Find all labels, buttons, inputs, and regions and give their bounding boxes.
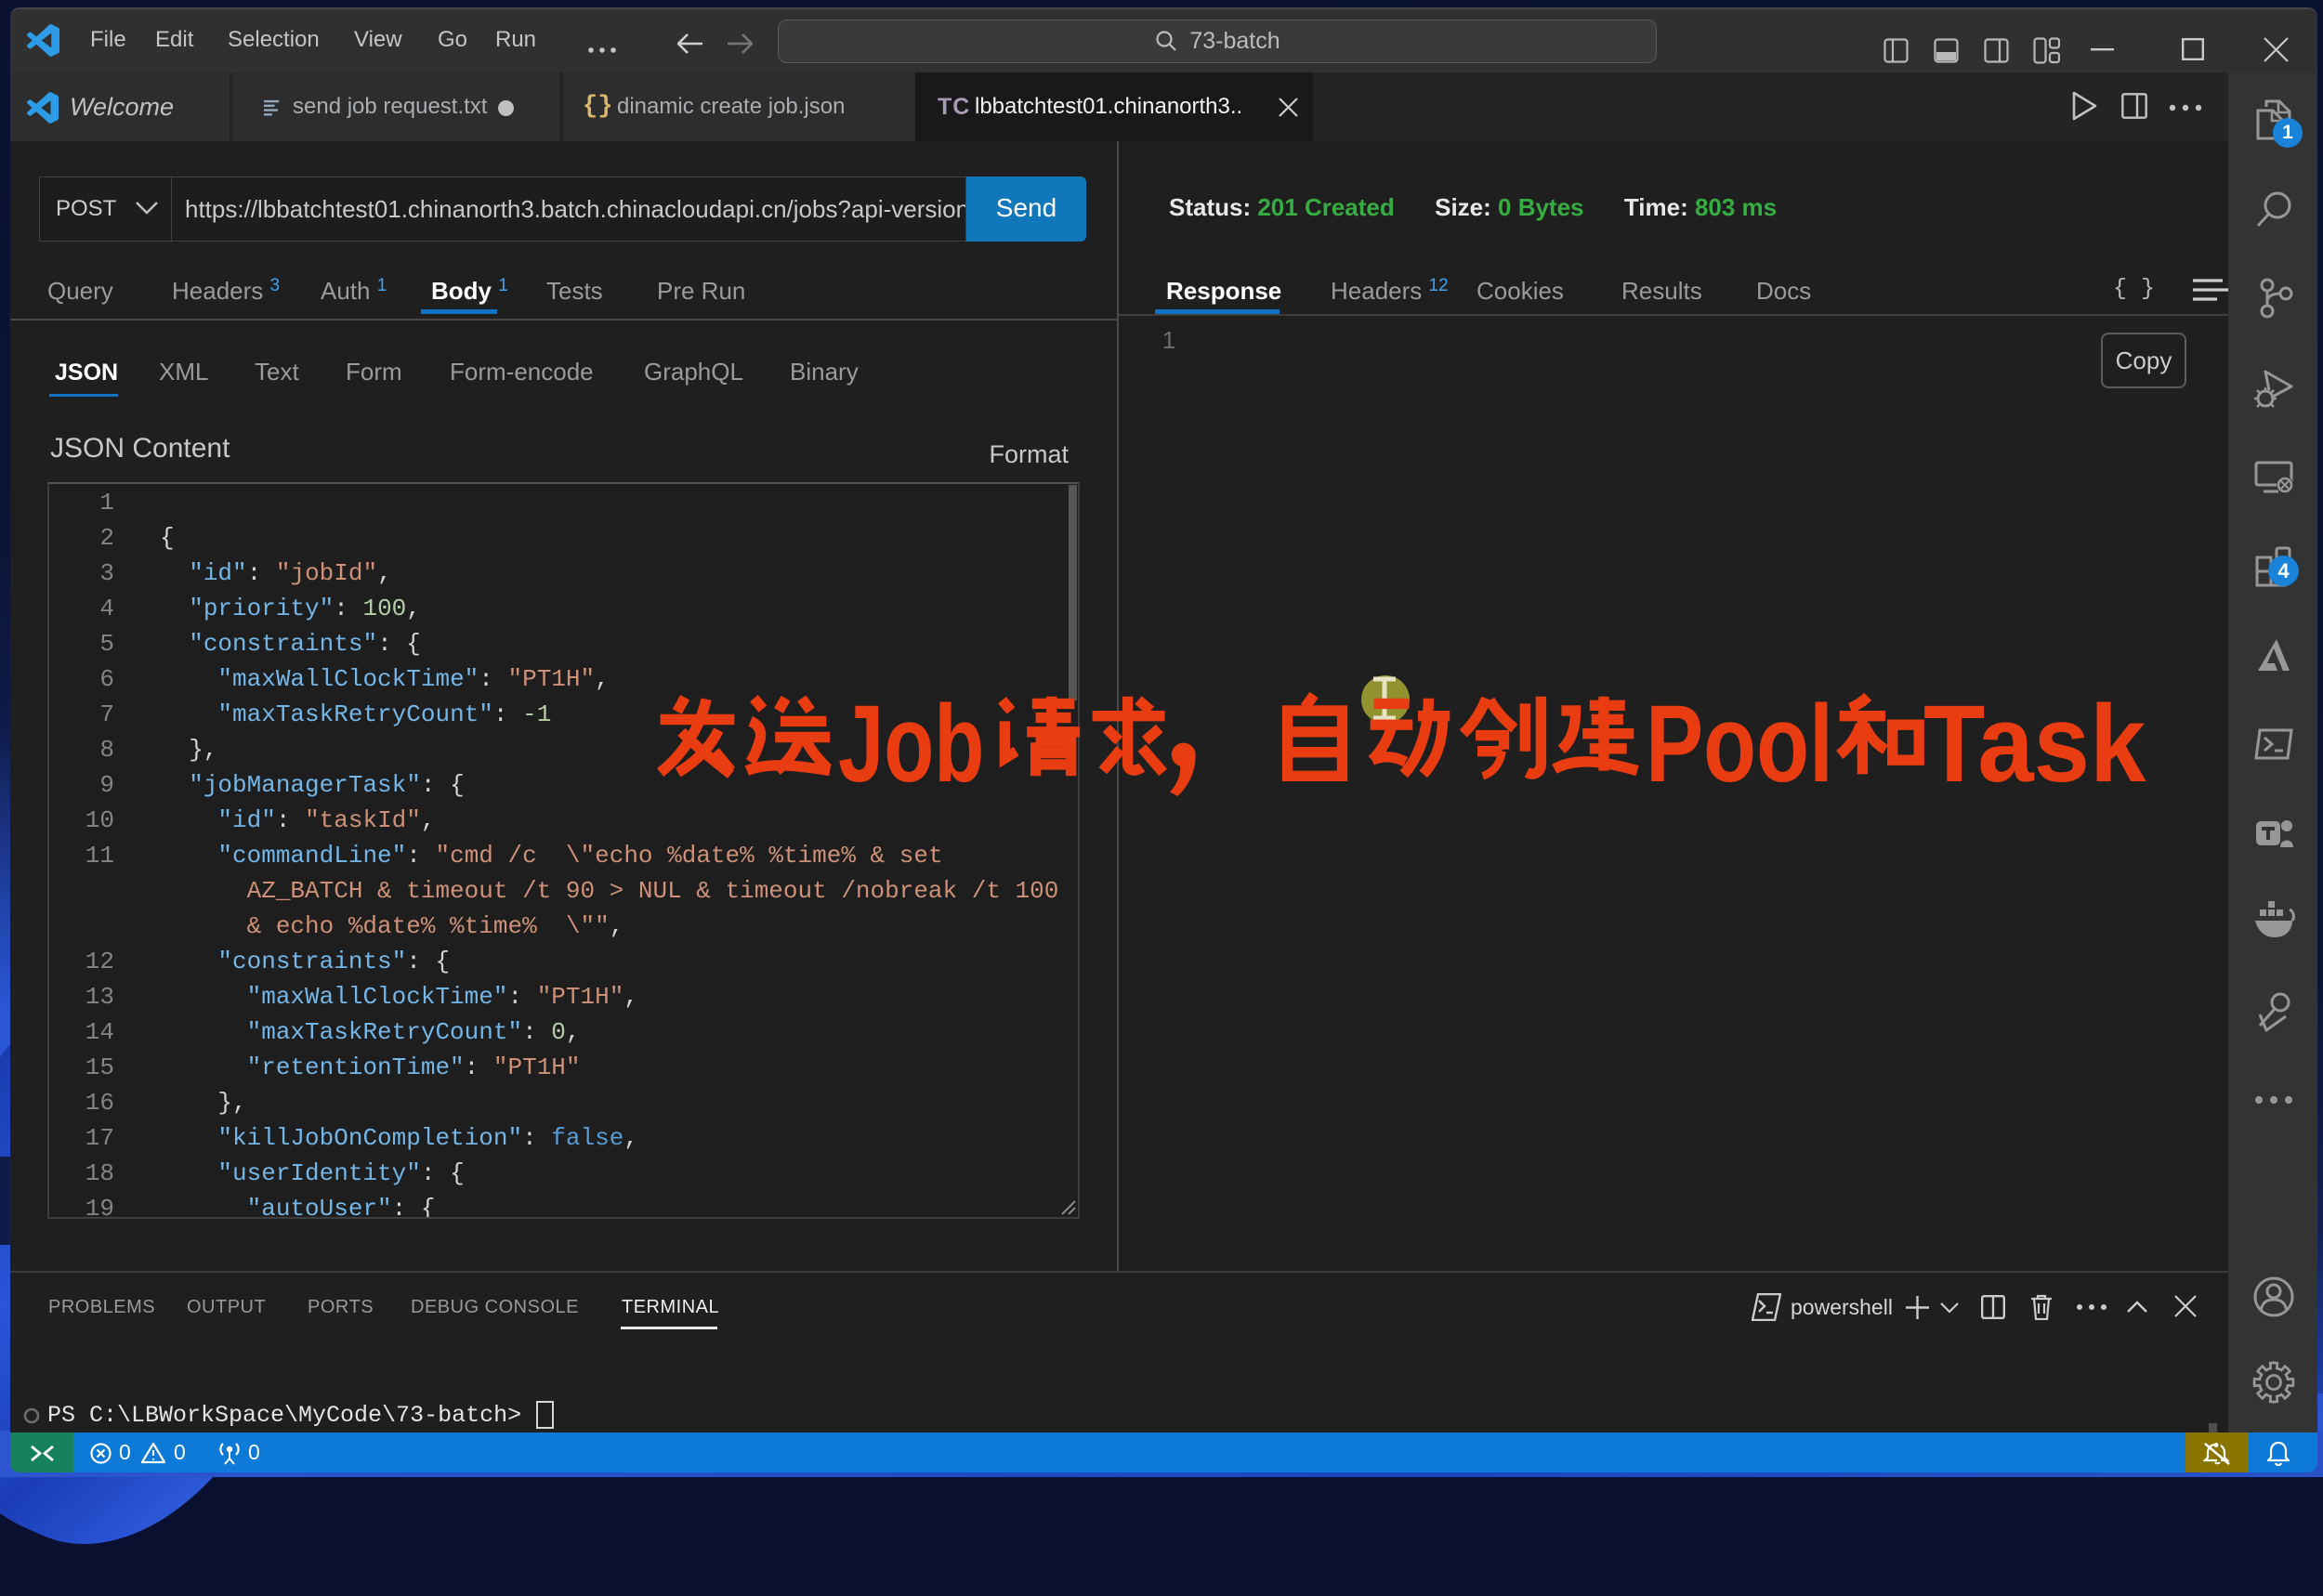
svg-text:Job: Job: [838, 684, 984, 805]
svg-text:Pool: Pool: [1646, 682, 1833, 805]
svg-text:Task: Task: [1923, 683, 2146, 805]
